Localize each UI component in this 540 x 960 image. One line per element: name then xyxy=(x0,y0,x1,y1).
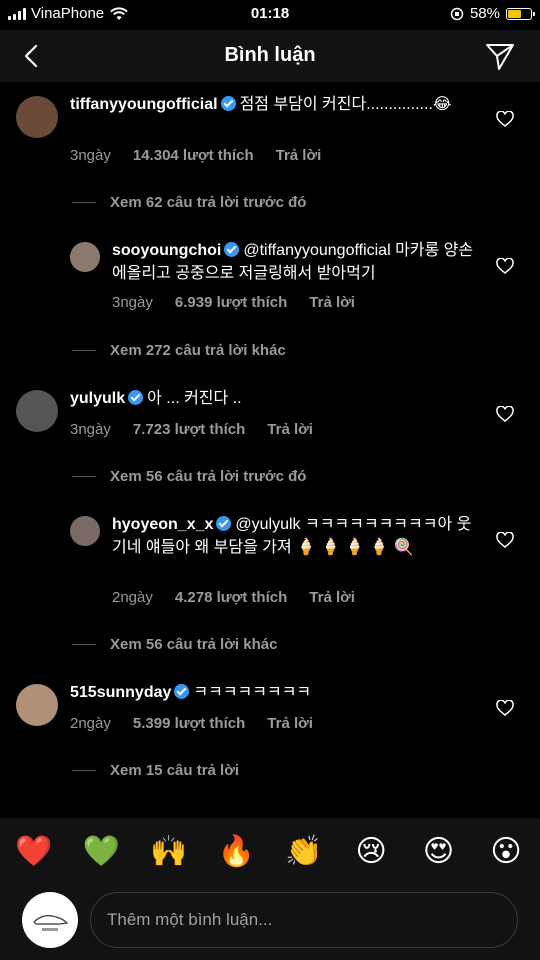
comment-likes[interactable]: 6.939 lượt thích xyxy=(175,294,287,311)
quick-emoji-row: ❤️ 💚 🙌 🔥 👏 😢 😍 😮 xyxy=(14,834,526,870)
comment-body: sooyoungchoi @tiffanyyoungofficial 마카롱 양손… xyxy=(112,239,482,285)
comment-body: tiffanyyoungofficial 점점 부담이 커진다..........… xyxy=(70,93,480,116)
send-icon[interactable] xyxy=(484,40,516,72)
comment-time: 3ngày xyxy=(112,294,153,311)
comment-item: tiffanyyoungofficial 점점 부담이 커진다..........… xyxy=(0,82,540,192)
view-replies-link[interactable]: Xem 56 câu trả lời trước đó xyxy=(72,468,306,485)
like-heart-icon[interactable] xyxy=(496,258,514,274)
emoji-fire-button[interactable]: 🔥 xyxy=(216,834,256,870)
comment-meta: 2ngày 5.399 lượt thích Trả lời xyxy=(70,715,313,732)
verified-badge-icon xyxy=(224,242,240,257)
view-replies-label: Xem 272 câu trả lời khác xyxy=(110,342,286,359)
comment-body: 515sunnyday ㅋㅋㅋㅋㅋㅋㅋㅋ xyxy=(70,681,480,704)
verified-badge-icon xyxy=(220,96,236,111)
page-title: Bình luận xyxy=(224,44,316,66)
comment-item: 515sunnyday ㅋㅋㅋㅋㅋㅋㅋㅋ 2ngày 5.399 lượt thí… xyxy=(0,670,540,760)
comment-input[interactable] xyxy=(90,892,518,948)
comment-username[interactable]: yulyulk xyxy=(70,390,125,407)
emoji-raised-hands-button[interactable]: 🙌 xyxy=(149,834,189,870)
comment-username[interactable]: 515sunnyday xyxy=(70,684,171,701)
comment-time: 3ngày xyxy=(70,421,111,438)
view-replies-link[interactable]: Xem 272 câu trả lời khác xyxy=(72,342,286,359)
comment-time: 3ngày xyxy=(70,147,111,164)
avatar[interactable] xyxy=(16,390,58,432)
verified-badge-icon xyxy=(128,390,144,405)
comment-text: 아 ... 커진다 .. xyxy=(147,390,242,407)
avatar[interactable] xyxy=(70,242,100,272)
comment-meta: 3ngày 6.939 lượt thích Trả lời xyxy=(112,294,355,311)
status-bar: VinaPhone 01:18 58% xyxy=(0,0,540,30)
avatar[interactable] xyxy=(16,96,58,138)
reply-item: sooyoungchoi @tiffanyyoungofficial 마카롱 양손… xyxy=(0,230,540,340)
orientation-lock-icon xyxy=(450,7,464,20)
emoji-heart-button[interactable]: ❤️ xyxy=(14,834,54,870)
view-replies-label: Xem 56 câu trả lời khác xyxy=(110,636,278,653)
like-heart-icon[interactable] xyxy=(496,532,514,548)
emoji-crying-button[interactable]: 😢 xyxy=(351,834,391,870)
reply-button[interactable]: Trả lời xyxy=(267,715,313,732)
battery-icon xyxy=(506,7,535,20)
avatar[interactable] xyxy=(16,684,58,726)
composer-panel: ❤️ 💚 🙌 🔥 👏 😢 😍 😮 xyxy=(0,818,540,960)
emoji-heart-eyes-button[interactable]: 😍 xyxy=(419,834,459,870)
reply-button[interactable]: Trả lời xyxy=(267,421,313,438)
like-heart-icon[interactable] xyxy=(496,406,514,422)
battery-percent: 58% xyxy=(469,5,500,22)
header: Bình luận xyxy=(0,30,540,82)
comment-username[interactable]: tiffanyyoungofficial xyxy=(70,96,218,113)
comment-time: 2ngày xyxy=(70,715,111,732)
reply-button[interactable]: Trả lời xyxy=(309,589,355,606)
comment-meta: 3ngày 14.304 lượt thích Trả lời xyxy=(70,147,321,164)
comment-text: ㅋㅋㅋㅋㅋㅋㅋㅋ xyxy=(193,684,312,701)
comment-body: hyoyeon_x_x @yulyulk ㅋㅋㅋㅋㅋㅋㅋㅋㅋ아 웃기네 얘들아 왜… xyxy=(112,513,472,559)
verified-badge-icon xyxy=(174,684,190,699)
view-replies-link[interactable]: Xem 62 câu trả lời trước đó xyxy=(72,194,306,211)
like-heart-icon[interactable] xyxy=(496,111,514,127)
avatar[interactable] xyxy=(70,516,100,546)
emoji-surprised-button[interactable]: 😮 xyxy=(486,834,526,870)
view-replies-link[interactable]: Xem 56 câu trả lời khác xyxy=(72,636,277,653)
comment-likes[interactable]: 7.723 lượt thích xyxy=(133,421,245,438)
view-replies-label: Xem 62 câu trả lời trước đó xyxy=(110,194,307,211)
profile-logo-icon xyxy=(33,915,69,931)
status-right: 58% xyxy=(450,5,535,22)
reply-button[interactable]: Trả lời xyxy=(276,147,322,164)
reply-button[interactable]: Trả lời xyxy=(309,294,355,311)
comment-text: 점점 부담이 커진다...............😂 xyxy=(239,96,452,113)
comment-likes[interactable]: 5.399 lượt thích xyxy=(133,715,245,732)
view-replies-link[interactable]: Xem 15 câu trả lời xyxy=(72,762,239,779)
comment-likes[interactable]: 14.304 lượt thích xyxy=(133,147,254,164)
comment-meta: 3ngày 7.723 lượt thích Trả lời xyxy=(70,421,313,438)
comment-likes[interactable]: 4.278 lượt thích xyxy=(175,589,287,606)
comment-username[interactable]: sooyoungchoi xyxy=(112,242,221,259)
comment-time: 2ngày xyxy=(112,589,153,606)
view-replies-label: Xem 15 câu trả lời xyxy=(110,762,240,779)
emoji-clap-button[interactable]: 👏 xyxy=(284,834,324,870)
emoji-green-heart-button[interactable]: 💚 xyxy=(81,834,121,870)
comment-username[interactable]: hyoyeon_x_x xyxy=(112,516,213,533)
verified-badge-icon xyxy=(216,516,232,531)
comment-meta: 2ngày 4.278 lượt thích Trả lời xyxy=(112,589,355,606)
comment-body: yulyulk 아 ... 커진다 .. xyxy=(70,387,480,410)
like-heart-icon[interactable] xyxy=(496,700,514,716)
comment-item: yulyulk 아 ... 커진다 .. 3ngày 7.723 lượt thí… xyxy=(0,376,540,466)
view-replies-label: Xem 56 câu trả lời trước đó xyxy=(110,468,307,485)
my-avatar xyxy=(22,892,78,948)
reply-item: hyoyeon_x_x @yulyulk ㅋㅋㅋㅋㅋㅋㅋㅋㅋ아 웃기네 얘들아 왜… xyxy=(0,504,540,634)
